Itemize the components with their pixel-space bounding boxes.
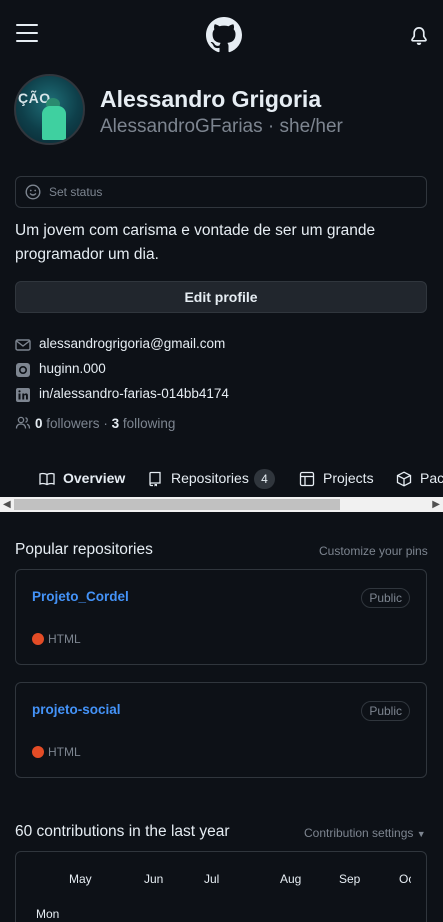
month-label: Oct xyxy=(399,872,411,886)
repo-card: projeto-social Public HTML xyxy=(15,682,427,778)
contributions-title: 60 contributions in the last year xyxy=(15,823,230,840)
month-label: Jun xyxy=(144,872,164,886)
language-label: HTML xyxy=(48,632,81,646)
visibility-badge: Public xyxy=(361,588,410,608)
people-icon xyxy=(15,416,31,429)
following-count[interactable]: 3 xyxy=(112,416,120,431)
followers-label[interactable]: followers xyxy=(46,416,99,431)
repo-card: Projeto_Cordel Public HTML xyxy=(15,569,427,665)
followers-count[interactable]: 0 xyxy=(35,416,43,431)
language-label: HTML xyxy=(48,745,81,759)
month-label: Aug xyxy=(280,872,302,886)
month-label: May xyxy=(69,872,92,886)
contribution-graph: May Jun Jul Aug Sep Oct Mon xyxy=(15,851,427,922)
month-label: Sep xyxy=(339,872,361,886)
scrollbar-thumb[interactable] xyxy=(14,499,340,510)
profile-bio: Um jovem com carisma e vontade de ser um… xyxy=(15,222,376,263)
linkedin-icon xyxy=(16,388,30,402)
profile-login: AlessandroGFarias · she/her xyxy=(100,116,343,137)
repo-icon xyxy=(149,471,161,487)
following-label[interactable]: following xyxy=(123,416,176,431)
profile-name: Alessandro Grigoria xyxy=(100,86,322,112)
repo-name-link[interactable]: projeto-social xyxy=(32,702,121,717)
github-logo-icon[interactable] xyxy=(206,17,242,53)
table-icon xyxy=(299,471,315,487)
profile-tabs: Overview Repositories Projects Packages xyxy=(0,462,443,498)
popular-repos-title: Popular repositories xyxy=(15,541,153,558)
caret-down-icon: ▼ xyxy=(416,829,426,839)
tab-packages[interactable]: Packages xyxy=(396,470,443,492)
repositories-count-badge: 4 xyxy=(254,469,275,489)
visibility-badge: Public xyxy=(361,701,410,721)
email-link[interactable]: alessandrogrigoria@gmail.com xyxy=(39,336,225,351)
weekday-label: Mon xyxy=(36,907,60,921)
follow-separator: · xyxy=(103,416,108,431)
language-color-dot xyxy=(32,633,44,645)
top-bar xyxy=(0,0,443,70)
month-label: Jul xyxy=(204,872,220,886)
set-status-button[interactable]: Set status xyxy=(15,176,427,208)
contribution-settings-dropdown[interactable]: Contribution settings ▼ xyxy=(304,826,426,840)
follow-stats: 0 followers · 3 following xyxy=(15,415,175,431)
tab-projects-label: Projects xyxy=(323,470,374,486)
avatar-figure-body xyxy=(42,106,66,140)
instagram-link[interactable]: huginn.000 xyxy=(39,361,106,376)
mail-icon xyxy=(15,339,31,351)
instagram-icon xyxy=(16,363,30,377)
linkedin-link[interactable]: in/alessandro-farias-014bb4174 xyxy=(39,386,229,401)
bell-icon[interactable] xyxy=(410,26,428,46)
customize-pins-link[interactable]: Customize your pins xyxy=(319,544,428,558)
set-status-label: Set status xyxy=(49,185,103,199)
language-color-dot xyxy=(32,746,44,758)
tab-packages-label: Packages xyxy=(420,470,443,486)
hamburger-icon[interactable] xyxy=(16,24,38,44)
package-icon xyxy=(396,471,412,487)
avatar[interactable]: ÇÃO xyxy=(14,74,85,145)
scroll-right-icon[interactable]: ▶ xyxy=(432,499,440,510)
book-icon xyxy=(39,472,55,486)
smiley-icon xyxy=(25,184,41,200)
contribution-settings-label: Contribution settings xyxy=(304,826,414,840)
tab-repositories-label: Repositories xyxy=(171,470,249,486)
horizontal-scrollbar[interactable]: ◀ ▶ xyxy=(0,497,443,512)
repo-name-link[interactable]: Projeto_Cordel xyxy=(32,589,129,604)
edit-profile-button[interactable]: Edit profile xyxy=(15,281,427,313)
tab-overview-label: Overview xyxy=(63,470,126,486)
scroll-left-icon[interactable]: ◀ xyxy=(3,499,11,510)
